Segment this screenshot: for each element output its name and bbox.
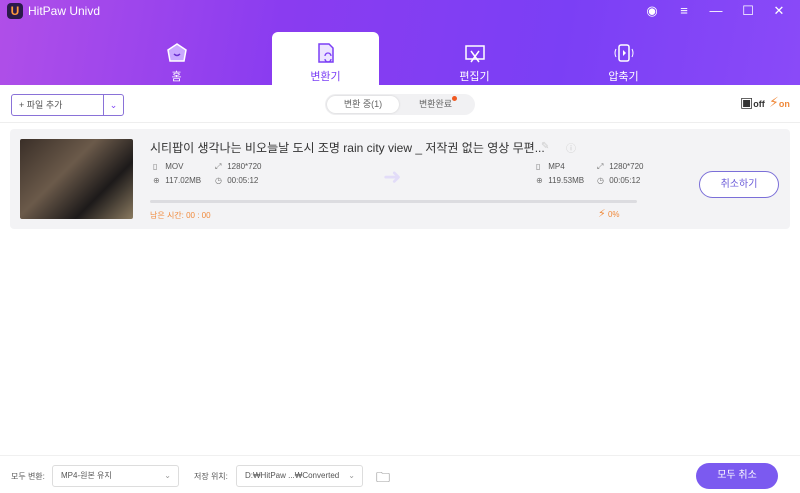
arrow-right-icon: ➜ bbox=[383, 164, 402, 189]
close-button[interactable]: ✕ bbox=[769, 3, 789, 19]
output-duration: 00:05:12 bbox=[609, 176, 641, 185]
edit-icon[interactable]: ✎ bbox=[541, 141, 549, 152]
compressor-icon bbox=[614, 44, 633, 62]
file-icon: ▯ bbox=[153, 162, 158, 171]
hw-accel-state: off bbox=[753, 99, 765, 109]
hardware-accel-toggle[interactable]: ▣off bbox=[740, 94, 765, 111]
output-resolution: 1280*720 bbox=[609, 162, 644, 171]
progress-bar bbox=[150, 200, 637, 203]
status-segment: 변환 중(1) 변환완료 bbox=[325, 94, 475, 115]
tab-home[interactable]: 홈 bbox=[123, 32, 230, 85]
tab-converted[interactable]: 변환완료 bbox=[403, 96, 473, 113]
remaining-time: 남은 시간: 00 : 00 bbox=[150, 211, 211, 220]
tab-compressor[interactable]: 압축기 bbox=[570, 32, 677, 85]
tab-converting[interactable]: 변환 중(1) bbox=[327, 96, 399, 113]
maximize-button[interactable]: ☐ bbox=[738, 3, 758, 19]
tab-label: 변환완료 bbox=[418, 99, 453, 109]
file-icon: ▯ bbox=[536, 162, 541, 171]
tab-label: 홈 bbox=[171, 71, 182, 83]
app-title: HitPaw Univd bbox=[28, 4, 101, 18]
add-file-button[interactable]: + 파일 추가 bbox=[12, 95, 103, 115]
info-icon[interactable]: ⓘ bbox=[566, 140, 576, 155]
clock-icon: ◷ bbox=[597, 176, 604, 185]
lightning-icon: ⚡ bbox=[598, 208, 606, 220]
tab-label: 변환 중(1) bbox=[343, 99, 383, 109]
folder-icon[interactable]: 🗀 bbox=[376, 467, 390, 491]
conversion-item: 시티팝이 생각나는 비오늘날 도시 조명 rain city view _ 저작… bbox=[10, 129, 790, 229]
source-duration: 00:05:12 bbox=[227, 176, 259, 185]
lightning-icon: ⚡ bbox=[769, 94, 779, 110]
fast-mode-toggle[interactable]: ⚡on bbox=[769, 94, 790, 111]
converter-icon bbox=[317, 43, 334, 63]
tab-editor[interactable]: 편집기 bbox=[421, 32, 528, 85]
notification-dot bbox=[452, 96, 458, 101]
tab-converter[interactable]: 변환기 bbox=[272, 32, 379, 85]
convert-all-label: 모두 변환: bbox=[11, 472, 45, 481]
minimize-button[interactable]: — bbox=[706, 3, 726, 18]
tab-label: 변환기 bbox=[310, 71, 341, 83]
tab-label: 편집기 bbox=[459, 71, 490, 83]
menu-icon[interactable]: ≡ bbox=[674, 3, 694, 18]
home-icon bbox=[166, 43, 187, 62]
output-format[interactable]: MP4 bbox=[548, 162, 564, 171]
chip-icon: ▣ bbox=[740, 94, 754, 110]
save-location-select[interactable]: D:₩HitPaw ...₩Converted ⌄ bbox=[236, 465, 363, 487]
add-file-button-group: + 파일 추가 ⌄ bbox=[11, 94, 124, 116]
file-title: 시티팝이 생각나는 비오늘날 도시 조명 rain city view _ 저작… bbox=[150, 141, 545, 155]
tab-label: 압축기 bbox=[608, 71, 639, 83]
cancel-all-button[interactable]: 모두 취소 bbox=[696, 463, 778, 489]
video-thumbnail[interactable] bbox=[20, 139, 133, 219]
select-value: MP4-원본 유지 bbox=[61, 471, 112, 480]
resolution-icon: ⤢ bbox=[597, 162, 604, 171]
size-icon: ⊕ bbox=[153, 176, 160, 185]
output-size: 119.53MB bbox=[548, 176, 585, 185]
resolution-icon: ⤢ bbox=[215, 162, 222, 171]
source-format: MOV bbox=[165, 162, 184, 171]
select-value: D:₩HitPaw ...₩Converted bbox=[245, 471, 340, 480]
chevron-down-icon[interactable]: ⌄ bbox=[103, 95, 123, 115]
fast-mode-state: on bbox=[778, 99, 790, 109]
toolbar: + 파일 추가 ⌄ 변환 중(1) 변환완료 ▣off ⚡on bbox=[0, 85, 800, 123]
progress-percent: 0% bbox=[607, 210, 620, 219]
size-icon: ⊕ bbox=[536, 176, 543, 185]
source-resolution: 1280*720 bbox=[227, 162, 262, 171]
app-logo: U bbox=[7, 3, 23, 19]
editor-icon bbox=[464, 45, 485, 63]
source-size: 117.02MB bbox=[165, 176, 202, 185]
footer: 모두 변환: MP4-원본 유지 ⌄ 저장 위치: D:₩HitPaw ...₩C… bbox=[0, 455, 800, 493]
clock-icon: ◷ bbox=[215, 176, 222, 185]
save-location-label: 저장 위치: bbox=[194, 472, 228, 481]
header: U HitPaw Univd ◉ ≡ — ☐ ✕ 홈 변환기 편집기 압축기 bbox=[0, 0, 800, 85]
convert-all-select[interactable]: MP4-원본 유지 ⌄ bbox=[52, 465, 179, 487]
cancel-button[interactable]: 취소하기 bbox=[699, 171, 779, 198]
chevron-down-icon: ⌄ bbox=[164, 471, 171, 480]
chevron-down-icon: ⌄ bbox=[348, 471, 355, 480]
account-icon[interactable]: ◉ bbox=[642, 3, 662, 19]
